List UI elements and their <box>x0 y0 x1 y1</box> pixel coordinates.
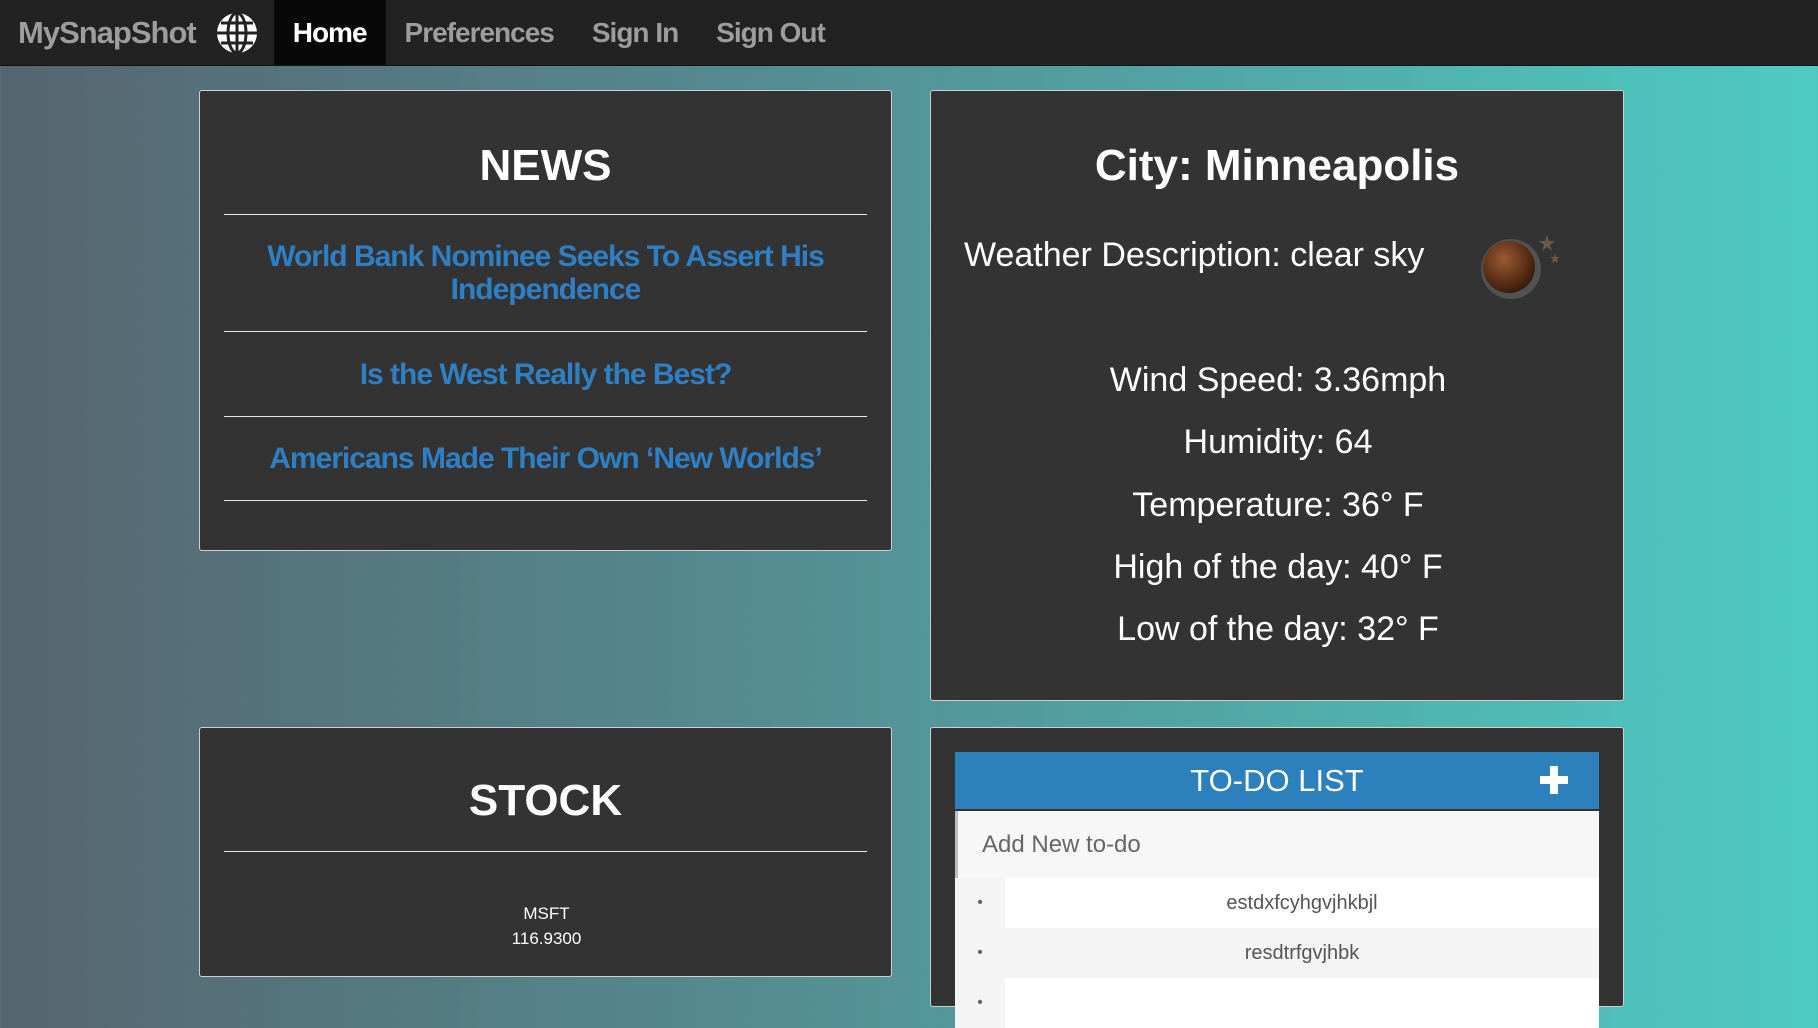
divider <box>224 851 867 852</box>
brand[interactable]: MySnapShot <box>0 0 274 65</box>
news-item: Is the West Really the Best? <box>224 332 867 416</box>
todo-item[interactable]: • <box>955 978 1599 1028</box>
news-item: Americans Made Their Own ‘New Worlds’ <box>224 417 867 500</box>
todo-item-text: estdxfcyhgvjhkbjl <box>1005 878 1599 928</box>
todo-item-text <box>1005 978 1599 1028</box>
plus-icon[interactable] <box>1535 761 1573 799</box>
todo-item-text: resdtrfgvjhbk <box>1005 928 1599 978</box>
todo-title: TO-DO LIST <box>1190 762 1364 798</box>
add-todo-input[interactable] <box>955 811 1599 878</box>
divider <box>224 500 867 501</box>
weather-description-row: Weather Description: clear sky <box>964 236 1424 275</box>
bullet: • <box>977 994 983 1011</box>
low-of-day: Low of the day: 32° F <box>1117 610 1439 648</box>
news-list: World Bank Nominee Seeks To Assert His I… <box>224 214 867 501</box>
stock-panel: STOCK MSFT 116.9300 <box>199 727 892 977</box>
clear-night-moon-icon <box>1481 235 1560 299</box>
brand-name: MySnapShot <box>18 14 197 50</box>
weather-panel: City: Minneapolis Weather Description: c… <box>930 90 1624 701</box>
todo-item[interactable]: • resdtrfgvjhbk <box>955 928 1599 978</box>
todo-item[interactable]: • estdxfcyhgvjhkbjl <box>955 878 1599 928</box>
news-item: World Bank Nominee Seeks To Assert His I… <box>224 215 867 331</box>
high-of-day: High of the day: 40° F <box>1113 548 1443 586</box>
todo-panel: TO-DO LIST • estdxfcyhgvjhkbjl • resdtrf… <box>930 727 1624 1028</box>
weather-description: Weather Description: clear sky <box>964 236 1425 274</box>
news-headline-link[interactable]: World Bank Nominee Seeks To Assert His I… <box>244 240 847 306</box>
bullet: • <box>977 944 983 961</box>
todo-header: TO-DO LIST <box>955 752 1599 809</box>
news-title: NEWS <box>479 141 612 190</box>
nav-sign-in[interactable]: Sign In <box>573 0 697 65</box>
nav-home[interactable]: Home <box>273 0 386 65</box>
todo-list: • estdxfcyhgvjhkbjl • resdtrfgvjhbk • <box>955 878 1599 1028</box>
top-navbar: MySnapShot Home Preferences Sign In Sign… <box>0 0 1818 66</box>
temperature: Temperature: 36° F <box>1132 486 1424 524</box>
globe-icon <box>216 11 257 54</box>
news-headline-link[interactable]: Americans Made Their Own ‘New Worlds’ <box>269 442 823 475</box>
bullet: • <box>977 894 983 911</box>
humidity: Humidity: 64 <box>1183 423 1373 461</box>
stock-price: 116.9300 <box>511 929 582 948</box>
wind-speed: Wind Speed: 3.36mph <box>1109 361 1447 399</box>
news-headline-link[interactable]: Is the West Really the Best? <box>360 358 733 391</box>
weather-city: City: Minneapolis <box>1094 141 1460 190</box>
nav-preferences[interactable]: Preferences <box>386 0 573 65</box>
news-panel: NEWS World Bank Nominee Seeks To Assert … <box>199 90 892 551</box>
nav-sign-out[interactable]: Sign Out <box>697 0 844 65</box>
stock-symbol: MSFT <box>523 904 570 923</box>
stock-title: STOCK <box>468 776 623 825</box>
